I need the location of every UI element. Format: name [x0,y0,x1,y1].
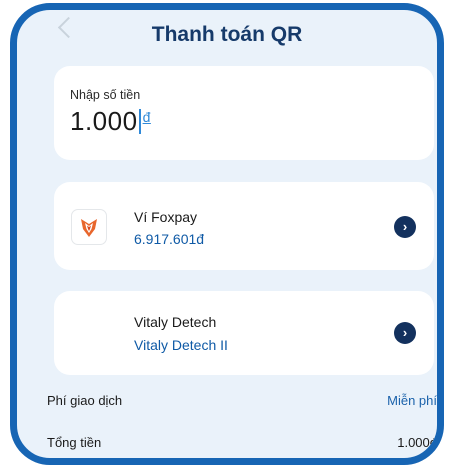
chevron-right-icon[interactable]: › [394,322,416,344]
wallet-name: Ví Foxpay [134,209,198,225]
text-cursor [138,109,141,134]
amount-label: Nhập số tiền [70,88,141,102]
fee-row: Phí giao dịch Miễn phí [47,393,437,408]
chevron-right-icon[interactable]: › [394,216,416,238]
total-value: 1.000đ [397,435,437,450]
bank-name: Vitaly Detech [134,314,217,330]
bank-account-name: Vitaly Detech II [134,337,228,353]
wallet-source-card[interactable]: Ví Foxpay 6.917.601đ › [54,182,434,270]
fee-label: Phí giao dịch [47,393,123,408]
wallet-balance: 6.917.601đ [134,231,205,247]
total-label: Tổng tiền [47,435,102,450]
amount-field[interactable]: 1.000 đ [70,106,151,137]
amount-value: 1.000 [70,106,138,136]
page-title: Thanh toán QR [151,23,303,46]
phone-frame: Thanh toán QR Nhập số tiền 1.000 đ Ví Fox… [10,3,444,465]
bank-account-card[interactable]: Vitaly Detech Vitaly Detech II › [54,291,434,375]
currency-symbol: đ [142,109,151,125]
total-row: Tổng tiền 1.000đ [47,435,437,450]
foxpay-logo-icon [71,209,107,245]
amount-input-card[interactable]: Nhập số tiền 1.000 đ [54,66,434,160]
fee-value: Miễn phí [387,393,437,408]
